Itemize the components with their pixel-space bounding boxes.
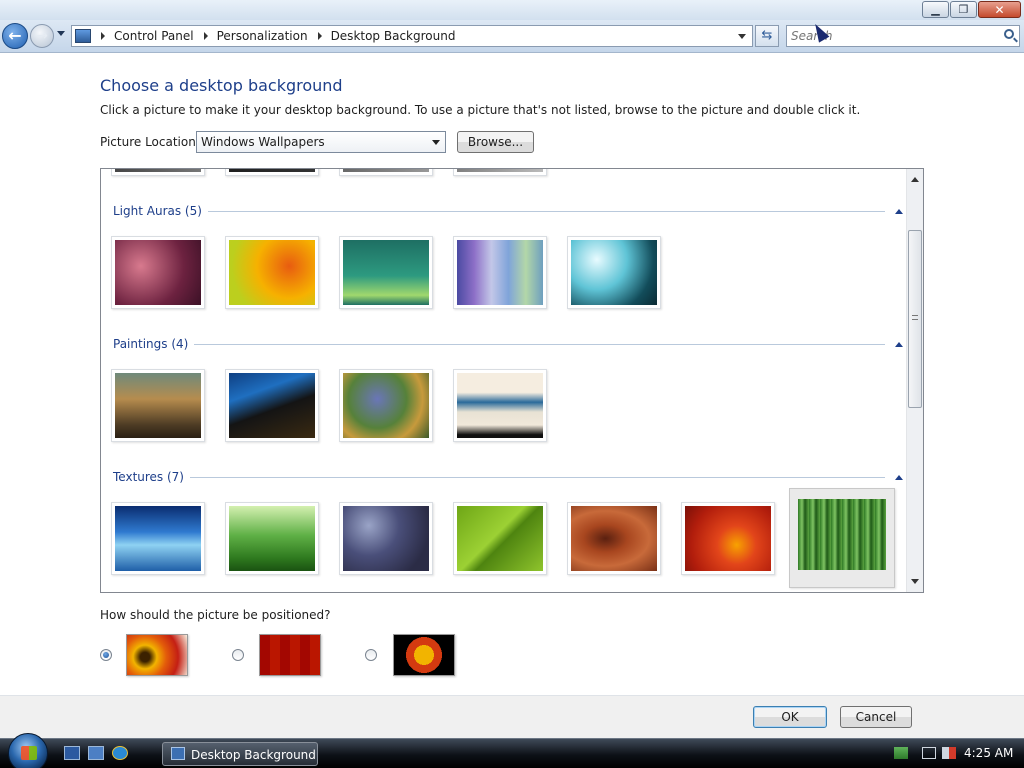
position-question: How should the picture be positioned? <box>100 608 331 622</box>
collapse-icon[interactable] <box>895 341 903 347</box>
back-arrow-icon: ← <box>8 26 22 45</box>
wallpaper-thumbnail[interactable] <box>567 502 661 575</box>
search-icon[interactable] <box>1004 29 1014 39</box>
close-button[interactable]: ✕ <box>978 1 1021 18</box>
volume-muted-icon[interactable] <box>942 747 956 759</box>
group-header-light-auras[interactable]: Light Auras (5) <box>113 203 903 219</box>
group-title: Paintings (4) <box>113 337 189 351</box>
main-content: Choose a desktop background Click a pict… <box>0 54 1024 696</box>
group-divider <box>190 476 885 478</box>
navigation-bar: ← → Control Panel Personalization Deskto… <box>0 20 1024 53</box>
wallpaper-thumbnail[interactable] <box>339 169 433 176</box>
wallpaper-thumbnail[interactable] <box>567 236 661 309</box>
wallpaper-thumbnail[interactable] <box>111 236 205 309</box>
wallpaper-gallery[interactable]: Light Auras (5) Paintings (4) Textures (… <box>100 168 924 593</box>
wallpaper-thumbnail[interactable] <box>453 369 547 442</box>
control-panel-icon <box>171 747 185 760</box>
wallpaper-thumbnail[interactable] <box>453 169 547 176</box>
breadcrumb-arrow-icon[interactable] <box>203 32 208 40</box>
address-dropdown-icon[interactable] <box>738 34 746 39</box>
ok-button[interactable]: OK <box>753 706 827 728</box>
recent-pages-dropdown[interactable] <box>57 31 65 36</box>
group-title: Textures (7) <box>113 470 184 484</box>
taskbar-clock[interactable]: 4:25 AM <box>964 746 1013 760</box>
scroll-down-icon[interactable] <box>911 579 919 584</box>
show-desktop-icon[interactable] <box>64 746 80 760</box>
maximize-icon: ❐ <box>958 3 969 16</box>
wallpaper-thumbnail[interactable] <box>339 502 433 575</box>
group-divider <box>207 210 885 212</box>
position-radio-fill[interactable] <box>100 649 112 661</box>
wallpaper-thumbnail[interactable] <box>339 369 433 442</box>
position-preview-tile[interactable] <box>259 634 321 676</box>
wallpaper-thumbnail[interactable] <box>111 369 205 442</box>
taskbar-item-desktop-background[interactable]: Desktop Background <box>162 742 318 766</box>
back-button[interactable]: ← <box>2 23 28 49</box>
wallpaper-thumbnail[interactable] <box>225 502 319 575</box>
control-panel-icon <box>75 29 91 43</box>
internet-explorer-icon[interactable] <box>112 746 128 760</box>
forward-button[interactable]: → <box>30 24 54 48</box>
wallpaper-thumbnail-selected[interactable] <box>789 488 895 588</box>
windows-logo-icon <box>21 746 37 760</box>
group-header-paintings[interactable]: Paintings (4) <box>113 336 903 352</box>
position-radio-center[interactable] <box>365 649 377 661</box>
group-header-textures[interactable]: Textures (7) <box>113 469 903 485</box>
vertical-scrollbar[interactable] <box>906 169 923 592</box>
breadcrumb-arrow-icon[interactable] <box>317 32 322 40</box>
wallpaper-thumbnail[interactable] <box>111 502 205 575</box>
picture-location-label: Picture Location <box>100 135 196 149</box>
refresh-button[interactable]: ⇆ <box>755 25 779 47</box>
minimize-button[interactable]: ▁ <box>922 1 949 18</box>
forward-arrow-icon: → <box>36 28 48 44</box>
position-radio-tile[interactable] <box>232 649 244 661</box>
wallpaper-thumbnail[interactable] <box>111 169 205 176</box>
picture-location-select[interactable]: Windows Wallpapers <box>196 131 446 153</box>
breadcrumb-desktop-background[interactable]: Desktop Background <box>331 29 456 43</box>
scrollbar-thumb[interactable] <box>908 230 922 408</box>
scroll-up-icon[interactable] <box>911 177 919 182</box>
title-bar: ▁ ❐ ✕ <box>0 0 1024 20</box>
wallpaper-thumbnail[interactable] <box>453 502 547 575</box>
minimize-icon: ▁ <box>931 3 940 16</box>
window-controls: ▁ ❐ ✕ <box>921 1 1021 18</box>
group-divider <box>194 343 885 345</box>
maximize-button[interactable]: ❐ <box>950 1 977 18</box>
taskbar: Desktop Background 4:25 AM <box>0 733 1024 768</box>
picture-location-value: Windows Wallpapers <box>201 135 325 149</box>
switch-windows-icon[interactable] <box>88 746 104 760</box>
breadcrumb-arrow-icon[interactable] <box>101 32 105 40</box>
page-title: Choose a desktop background <box>100 76 343 95</box>
wallpaper-thumbnail[interactable] <box>225 236 319 309</box>
chevron-down-icon <box>432 140 440 145</box>
wallpaper-thumbnail[interactable] <box>225 369 319 442</box>
network-icon[interactable] <box>894 747 908 759</box>
position-preview-fill[interactable] <box>126 634 188 676</box>
position-preview-center[interactable] <box>393 634 455 676</box>
collapse-icon[interactable] <box>895 208 903 214</box>
dialog-footer: OK Cancel <box>0 696 1024 738</box>
breadcrumb-personalization[interactable]: Personalization <box>217 29 308 43</box>
address-bar[interactable]: Control Panel Personalization Desktop Ba… <box>71 25 753 47</box>
browse-button[interactable]: Browse... <box>457 131 534 153</box>
cancel-button[interactable]: Cancel <box>840 706 912 728</box>
refresh-icon: ⇆ <box>761 28 773 43</box>
grip-icon <box>912 315 918 320</box>
wallpaper-thumbnail[interactable] <box>225 169 319 176</box>
wallpaper-thumbnail[interactable] <box>453 236 547 309</box>
taskbar-item-label: Desktop Background <box>191 748 316 762</box>
group-title: Light Auras (5) <box>113 204 202 218</box>
wallpaper-thumbnail[interactable] <box>681 502 775 575</box>
collapse-icon[interactable] <box>895 474 903 480</box>
page-description: Click a picture to make it your desktop … <box>100 103 861 117</box>
start-button[interactable] <box>8 733 48 768</box>
display-icon[interactable] <box>922 747 936 759</box>
close-icon: ✕ <box>994 2 1005 17</box>
wallpaper-thumbnail[interactable] <box>339 236 433 309</box>
breadcrumb-control-panel[interactable]: Control Panel <box>114 29 194 43</box>
